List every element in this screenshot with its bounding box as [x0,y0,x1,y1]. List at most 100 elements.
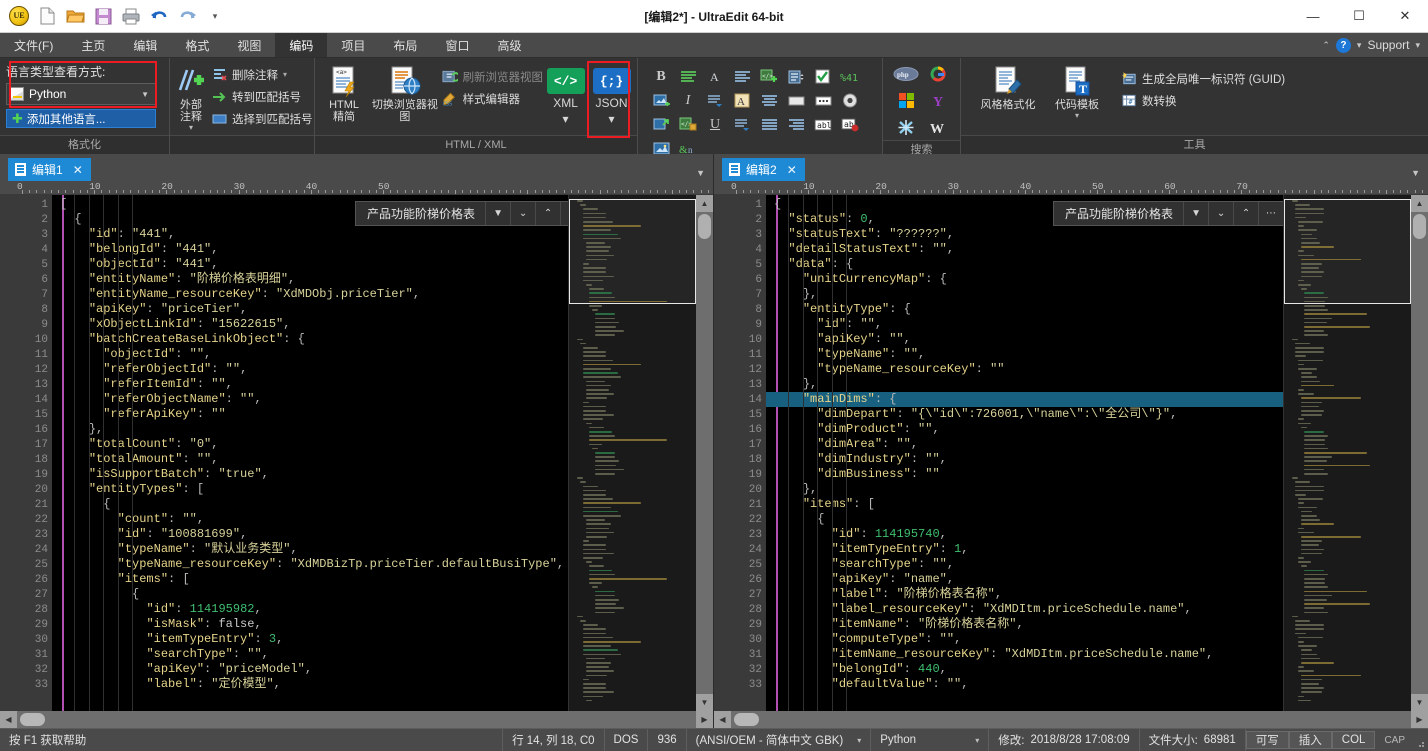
left-function-more-icon[interactable]: ⋯ [560,202,568,225]
right-tab-overflow-icon[interactable]: ▼ [1411,168,1428,181]
left-scroll-thumb[interactable] [698,214,711,239]
code-line[interactable]: "referApiKey": "" [52,407,568,422]
code-line[interactable]: "entityName": "阶梯价格表明细", [52,272,568,287]
right-scroll-up-button[interactable]: ▲ [1411,195,1428,212]
code-line[interactable]: "mainDims": { [766,392,1283,407]
code-line[interactable]: "dimDepart": "{\"id\":726001,\"name\":\"… [766,407,1283,422]
code-line[interactable]: "entityType": { [766,302,1283,317]
code-line[interactable]: "apiKey": "priceTier", [52,302,568,317]
code-line[interactable]: "items": [ [52,572,568,587]
code-line[interactable]: "id": 114195740, [766,527,1283,542]
support-dropdown-icon[interactable]: ▾ [1415,40,1420,51]
code-line[interactable]: }, [766,377,1283,392]
code-line[interactable]: "belongId": 440, [766,662,1283,677]
code-line[interactable]: "id": 114195982, [52,602,568,617]
code-line[interactable]: "objectId": "", [52,347,568,362]
json-button[interactable]: {;} JSON ▾ [591,62,632,126]
add-other-language-button[interactable]: ✚ 添加其他语言... [6,109,156,128]
code-line[interactable]: "dimIndustry": "", [766,452,1283,467]
code-line[interactable]: "typeName_resourceKey": "XdMDBizTp.price… [52,557,568,572]
label-field-icon[interactable]: abl [810,113,836,136]
code-line[interactable]: "statusText": "??????", [766,227,1283,242]
secure-tag-icon[interactable]: </> [675,113,701,136]
align-left-icon[interactable] [729,65,755,88]
code-line[interactable]: "label_resourceKey": "XdMDItm.priceSched… [766,602,1283,617]
code-line[interactable]: "apiKey": "", [766,332,1283,347]
delete-comment-button[interactable]: 删除注释 ▾ [211,65,313,84]
generate-guid-button[interactable]: 生成全局唯一标识符 (GUID) [1121,69,1285,88]
redo-icon[interactable] [174,4,200,28]
print-icon[interactable] [118,4,144,28]
code-line[interactable]: "entityName_resourceKey": "XdMDObj.price… [52,287,568,302]
left-code-area[interactable]: [ { "id": "441", "belongId": "441", "obj… [52,195,568,711]
align-center-icon[interactable] [756,89,782,112]
undo-icon[interactable] [146,4,172,28]
right-function-more-icon[interactable]: ⋯ [1258,202,1283,225]
close-icon[interactable]: ✕ [73,163,83,177]
app-logo-icon[interactable]: UE [6,4,32,28]
ribbon-tab-window[interactable]: 窗口 [431,33,483,57]
ribbon-tab-file[interactable]: 文件(F) [0,33,67,57]
code-line[interactable]: "id": "441", [52,227,568,242]
status-writable[interactable]: 可写 [1245,731,1289,749]
code-line[interactable]: "apiKey": "priceModel", [52,662,568,677]
code-line[interactable]: "referItemId": "", [52,377,568,392]
right-scroll-left-button[interactable]: ◀ [714,711,731,728]
code-line[interactable]: "searchType": "", [766,557,1283,572]
code-line[interactable]: "id": "100881699", [52,527,568,542]
help-dropdown-icon[interactable]: ▾ [1357,40,1362,51]
left-scroll-down-button[interactable]: ▼ [696,694,713,711]
status-column-mode[interactable]: COL [1331,731,1376,749]
status-language[interactable]: Python ▾ [871,729,990,751]
left-scroll-left-button[interactable]: ◀ [0,711,17,728]
insert-image-icon[interactable] [648,89,674,112]
left-function-prev-icon[interactable]: ⌃ [535,202,560,225]
picture-icon[interactable] [648,137,674,154]
document-tab-2[interactable]: 编辑2 ✕ [722,158,805,181]
ribbon-tab-layout[interactable]: 布局 [379,33,431,57]
google-search-icon[interactable] [923,61,953,86]
goto-matching-brace-button[interactable]: 转到匹配括号 [211,87,313,106]
code-line[interactable]: "objectId": "441", [52,257,568,272]
italic-icon[interactable]: I [675,89,701,112]
refresh-browser-view-button[interactable]: 刷新浏览器视图 [442,67,543,86]
style-editor-button[interactable]: CSS 样式编辑器 [442,89,544,108]
right-function-next-icon[interactable]: ⌄ [1208,202,1233,225]
left-minimap[interactable] [568,195,696,711]
left-function-dropdown-icon[interactable]: ▼ [485,202,510,225]
code-line[interactable]: "itemName_resourceKey": "XdMDItm.priceSc… [766,647,1283,662]
ribbon-tab-edit[interactable]: 编辑 [119,33,171,57]
right-scroll-down-button[interactable]: ▼ [1411,694,1428,711]
ribbon-tab-project[interactable]: 项目 [327,33,379,57]
insert-tag-icon[interactable]: </> [756,65,782,88]
ribbon-tab-view[interactable]: 视图 [223,33,275,57]
code-line[interactable]: "count": "", [52,512,568,527]
code-line[interactable]: }, [766,482,1283,497]
code-line[interactable]: }, [766,287,1283,302]
right-horizontal-scrollbar[interactable]: ◀ ▶ [714,711,1428,728]
textarea-icon[interactable] [810,89,836,112]
chevron-down-icon[interactable]: ▾ [857,736,861,745]
wikipedia-search-icon[interactable]: W [923,115,953,140]
right-code-area[interactable]: { "status": 0, "statusText": "??????", "… [766,195,1283,711]
chevron-down-icon[interactable]: ▾ [975,736,979,745]
left-function-next-icon[interactable]: ⌄ [510,202,535,225]
radio-button-icon[interactable] [837,89,863,112]
code-line[interactable]: }, [52,422,568,437]
bulleted-list-dropdown-icon[interactable] [729,113,755,136]
right-vertical-scrollbar[interactable]: ▲ ▼ [1411,195,1428,711]
code-line[interactable]: "items": [ [766,497,1283,512]
microsoft-search-icon[interactable] [891,88,921,113]
code-line[interactable]: "xObjectLinkId": "15622615", [52,317,568,332]
stackoverflow-search-icon[interactable] [891,115,921,140]
code-line[interactable]: "belongId": "441", [52,242,568,257]
save-file-icon[interactable] [90,4,116,28]
code-line[interactable]: "label": "阶梯价格表名称", [766,587,1283,602]
right-scroll-right-button[interactable]: ▶ [1411,711,1428,728]
code-line[interactable]: "computeType": "", [766,632,1283,647]
align-justify-icon[interactable] [756,113,782,136]
font-background-icon[interactable]: A [729,89,755,112]
code-line[interactable]: "totalCount": "0", [52,437,568,452]
open-file-icon[interactable] [62,4,88,28]
document-tab-1[interactable]: 编辑1 ✕ [8,158,91,181]
